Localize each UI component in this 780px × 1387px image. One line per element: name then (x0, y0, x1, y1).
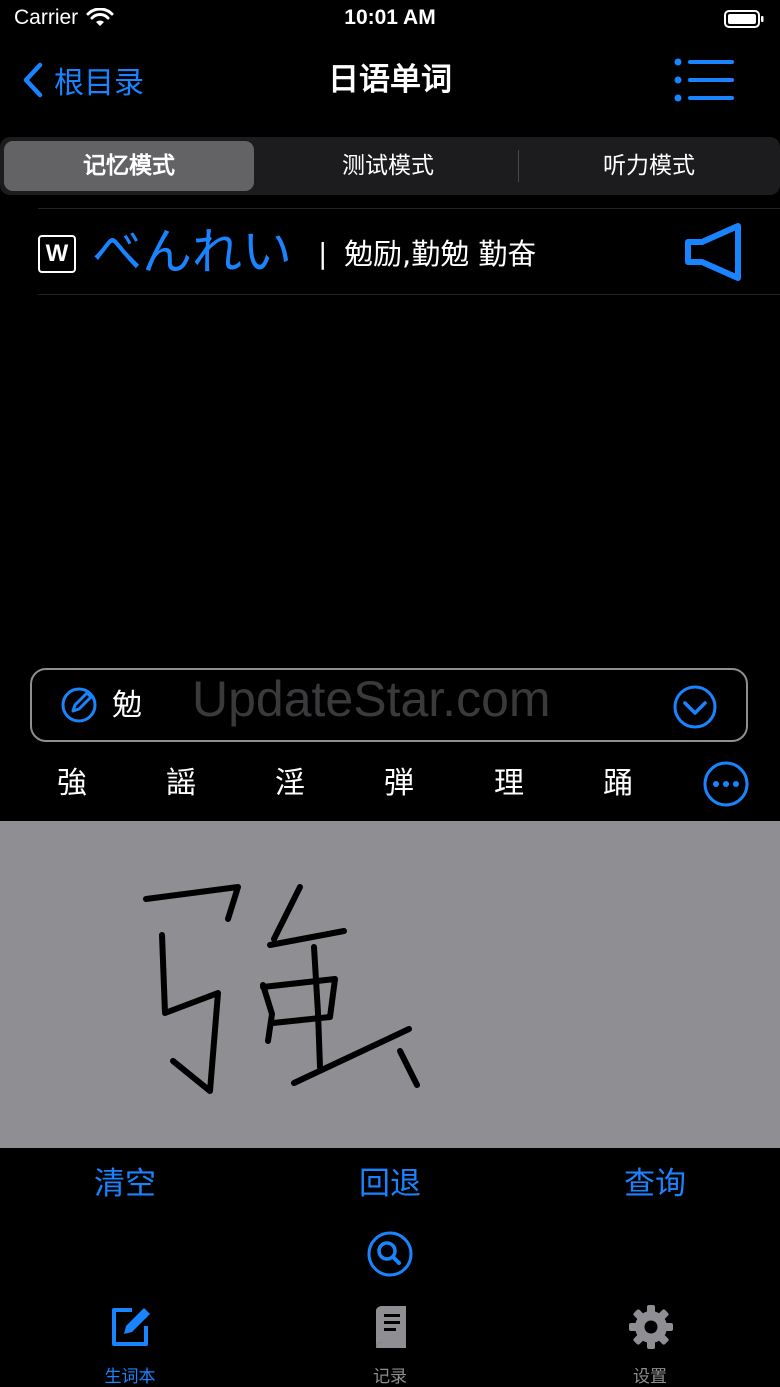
candidate-char[interactable]: 淫 (255, 762, 325, 806)
page-title: 日语单词 (328, 62, 452, 98)
list-menu-icon[interactable] (672, 56, 736, 104)
tab-vocabulary[interactable]: 生词本 (60, 1304, 200, 1387)
search-icon[interactable] (366, 1230, 414, 1278)
input-value: 勉 (112, 688, 142, 723)
handwriting-canvas[interactable] (0, 821, 780, 1148)
undo-button[interactable]: 回退 (310, 1162, 470, 1206)
query-button[interactable]: 查询 (575, 1162, 735, 1206)
word-separator: | (318, 237, 328, 270)
chevron-down-circle-icon[interactable] (672, 684, 718, 730)
clear-button[interactable]: 清空 (45, 1162, 205, 1206)
word-type-badge: W (38, 235, 76, 273)
book-icon (376, 1305, 406, 1348)
handwriting-strokes (143, 884, 420, 1094)
mode-segmented-control: 记忆模式 测试模式 听力模式 (0, 137, 780, 195)
segment-memory-mode[interactable]: 记忆模式 (4, 141, 254, 191)
edit-icon (61, 687, 97, 723)
watermark: UpdateStar.com (192, 671, 551, 727)
segment-test-mode[interactable]: 测试模式 (258, 137, 518, 195)
tab-label: 设置 (633, 1367, 667, 1387)
more-icon[interactable] (702, 760, 750, 808)
candidate-char[interactable]: 謡 (146, 762, 216, 806)
candidate-char[interactable]: 弾 (364, 762, 434, 806)
tab-records[interactable]: 记录 (320, 1304, 460, 1387)
tab-label: 生词本 (104, 1367, 156, 1387)
candidate-char[interactable]: 理 (474, 762, 544, 806)
word-meaning: 勉励,勤勉 勤奋 (344, 237, 537, 271)
edit-note-icon (112, 1308, 150, 1346)
candidate-char[interactable]: 強 (37, 762, 107, 806)
divider (38, 208, 780, 209)
word-kana[interactable]: べんれい (92, 220, 292, 284)
divider (38, 294, 780, 295)
battery-icon (724, 10, 764, 28)
candidate-char[interactable]: 踊 (583, 762, 653, 806)
speaker-icon[interactable] (684, 222, 746, 282)
segment-listening-mode[interactable]: 听力模式 (519, 137, 779, 195)
tab-label: 记录 (373, 1367, 407, 1387)
status-time: 10:01 AM (344, 6, 436, 29)
gear-icon (629, 1305, 673, 1349)
tab-settings[interactable]: 设置 (580, 1304, 720, 1387)
